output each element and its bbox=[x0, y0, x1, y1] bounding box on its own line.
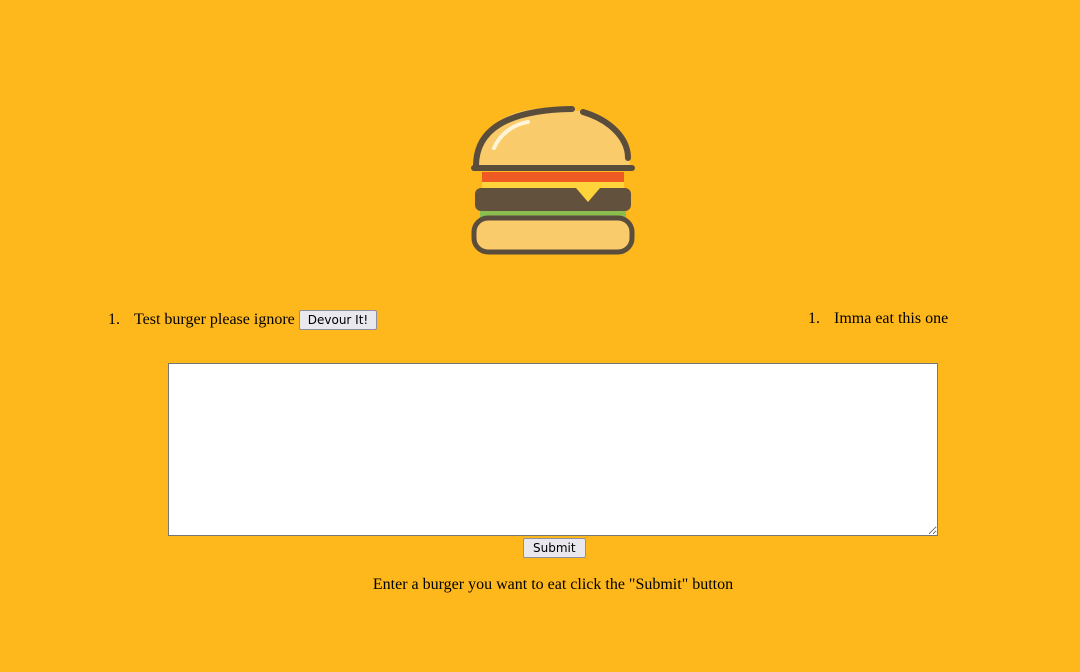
list-number: 1. bbox=[108, 311, 120, 328]
uneaten-burger-list: 1. Test burger please ignore Devour It! bbox=[108, 310, 378, 330]
instructions-text: Enter a burger you want to eat click the… bbox=[372, 576, 734, 593]
list-item: 1. Imma eat this one bbox=[808, 309, 948, 329]
burger-icon bbox=[471, 106, 635, 255]
devour-button[interactable]: Devour It! bbox=[298, 310, 378, 330]
list-number: 1. bbox=[808, 310, 820, 327]
page: 1. Test burger please ignore Devour It! … bbox=[0, 0, 1080, 672]
burger-name: Test burger please ignore bbox=[134, 311, 295, 328]
burger-name-textarea[interactable] bbox=[168, 363, 938, 536]
devoured-burger-list: 1. Imma eat this one bbox=[808, 309, 948, 329]
submit-button[interactable]: Submit bbox=[523, 538, 586, 558]
list-item: 1. Test burger please ignore Devour It! bbox=[108, 310, 378, 330]
burger-name: Imma eat this one bbox=[834, 310, 949, 327]
